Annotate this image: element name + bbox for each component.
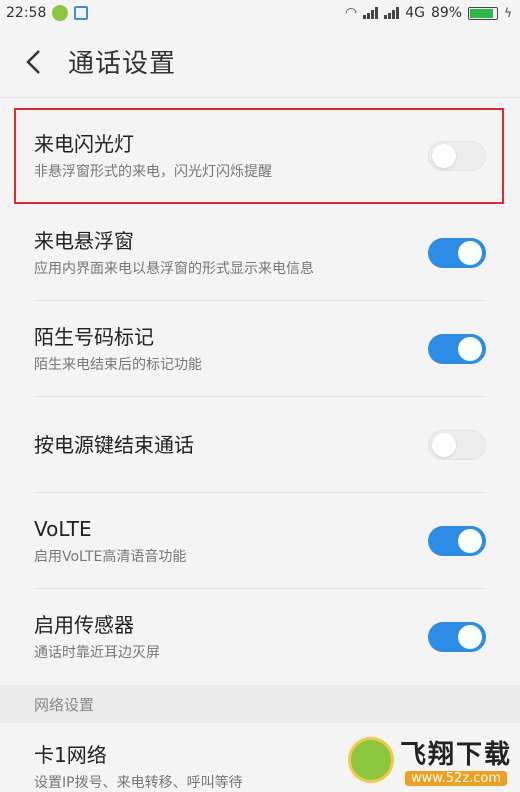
toggle-knob <box>458 337 482 361</box>
setting-subtitle: 启用VoLTE高清语音功能 <box>34 549 187 565</box>
setting-row-unknown-number[interactable]: 陌生号码标记 陌生来电结束后的标记功能 <box>0 301 520 397</box>
watermark-name: 飞翔下载 <box>399 740 512 770</box>
setting-title: 来电闪光灯 <box>34 132 134 156</box>
signal-icon-2 <box>384 7 400 19</box>
setting-subtitle: 应用内界面来电以悬浮窗的形式显示来电信息 <box>34 260 314 277</box>
unknown-number-toggle[interactable] <box>428 334 486 364</box>
setting-row-sensor[interactable]: 启用传感器 通话时靠近耳边灭屏 <box>0 589 520 685</box>
battery-icon <box>468 6 499 20</box>
setting-row-power-key[interactable]: 按电源键结束通话 <box>0 397 520 493</box>
setting-row-volte[interactable]: VoLTE 启用VoLTE高清语音功能 <box>0 493 520 589</box>
setting-title: 来电悬浮窗 <box>34 228 134 253</box>
toggle-knob <box>432 144 456 168</box>
page-title: 通话设置 <box>68 49 177 79</box>
setting-row-flash[interactable]: 来电闪光灯 非悬浮窗形式的来电，闪光灯闪烁提醒 <box>0 108 520 204</box>
settings-list: 来电闪光灯 非悬浮窗形式的来电，闪光灯闪烁提醒 来电悬浮窗 应用内界面来电以悬浮… <box>0 108 520 792</box>
notification-app-icon <box>52 5 69 21</box>
sensor-toggle[interactable] <box>428 622 486 652</box>
toggle-knob <box>458 625 482 649</box>
watermark-logo-icon <box>347 737 394 783</box>
wifi-icon: ◠ <box>344 5 358 21</box>
float-window-toggle[interactable] <box>428 237 486 268</box>
back-arrow-icon[interactable] <box>18 47 48 77</box>
setting-title: 启用传感器 <box>34 613 134 637</box>
setting-title: VoLTE <box>34 517 92 541</box>
toggle-knob <box>458 240 482 265</box>
status-right: ◠ 4G 89% ϟ <box>345 5 512 21</box>
setting-title: 陌生号码标记 <box>34 325 154 349</box>
setting-subtitle: 陌生来电结束后的标记功能 <box>34 357 202 373</box>
status-left: 22:58 <box>6 5 89 21</box>
watermark: 飞翔下载 www.52z.com <box>347 734 512 786</box>
setting-subtitle: 非悬浮窗形式的来电，闪光灯闪烁提醒 <box>34 164 272 180</box>
setting-row-float[interactable]: 来电悬浮窗 应用内界面来电以悬浮窗的形式显示来电信息 <box>0 204 520 301</box>
charging-icon: ϟ <box>504 6 512 20</box>
status-time: 22:58 <box>6 5 47 21</box>
watermark-url: www.52z.com <box>404 771 508 786</box>
flash-toggle[interactable] <box>428 141 486 171</box>
power-key-toggle[interactable] <box>428 430 486 460</box>
status-bar: 22:58 ◠ 4G 89% ϟ <box>0 0 520 26</box>
toggle-knob <box>458 529 482 553</box>
setting-subtitle: 通话时靠近耳边灭屏 <box>34 645 160 661</box>
setting-title: 按电源键结束通话 <box>34 433 194 457</box>
volte-toggle[interactable] <box>428 526 486 556</box>
battery-percent: 89% <box>430 5 463 21</box>
signal-icon <box>363 7 379 19</box>
toggle-knob <box>432 433 456 457</box>
title-bar: 通话设置 <box>0 26 520 98</box>
network-type: 4G <box>405 5 425 21</box>
section-header-network: 网络设置 <box>0 685 520 723</box>
usb-icon <box>74 6 89 20</box>
